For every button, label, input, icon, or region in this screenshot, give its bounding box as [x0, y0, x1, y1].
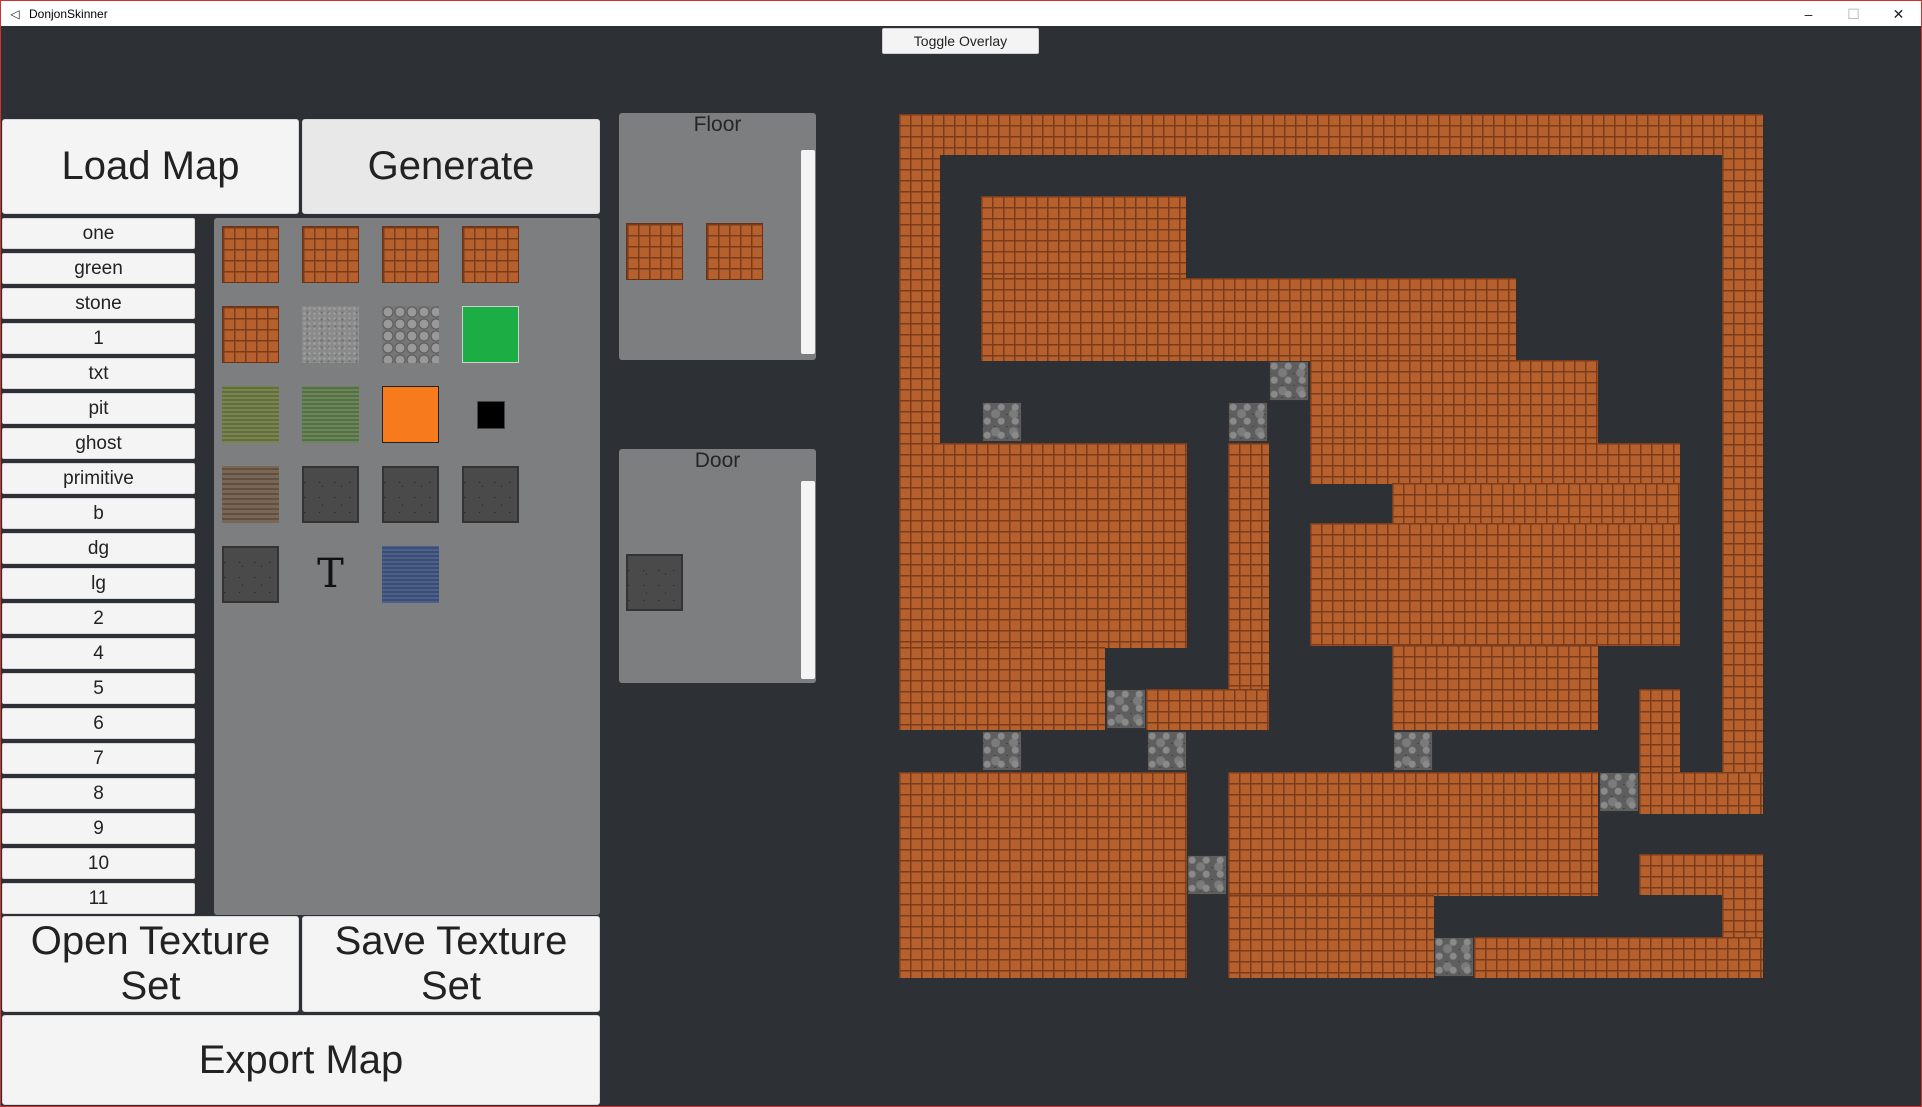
map-door-tile [1147, 731, 1187, 771]
map-brick-region [1228, 772, 1598, 896]
grass-texture-tile[interactable] [302, 386, 359, 443]
texture-name-item[interactable]: 2 [2, 603, 195, 634]
texture-palette-panel: T [214, 218, 600, 915]
map-brick-region [1722, 114, 1763, 814]
door-scrollbar[interactable] [801, 481, 815, 679]
texture-name-item[interactable]: lg [2, 568, 195, 599]
maximize-button[interactable]: ☐ [1831, 1, 1876, 27]
map-door-tile [1269, 361, 1309, 401]
green-color-tile[interactable] [462, 306, 519, 363]
close-button[interactable]: ✕ [1876, 1, 1921, 27]
map-brick-region [899, 443, 1187, 648]
map-brick-region [1474, 937, 1763, 978]
map-door-tile [1228, 402, 1268, 442]
slate-texture-tile[interactable] [302, 466, 359, 523]
map-door-tile [1393, 731, 1433, 771]
title-bar: ◁ DonjonSkinner – ☐ ✕ [0, 0, 1922, 26]
map-brick-region [1228, 443, 1269, 730]
map-brick-region [899, 772, 1187, 978]
wood-texture-tile[interactable] [222, 466, 279, 523]
map-door-tile [1599, 772, 1639, 812]
map-door-tile [1187, 855, 1227, 895]
map-brick-region [1310, 443, 1680, 484]
minimize-button[interactable]: – [1786, 1, 1831, 27]
unity-icon: ◁ [10, 6, 20, 21]
door-panel: Door [619, 449, 816, 683]
brick-texture-tile[interactable] [382, 226, 439, 283]
map-brick-region [981, 196, 1186, 279]
slate-texture-tile[interactable] [222, 546, 279, 603]
floor-scrollbar[interactable] [801, 150, 815, 354]
map-brick-region [1228, 895, 1434, 978]
map-door-tile [982, 731, 1022, 771]
text-tile[interactable]: T [302, 546, 359, 603]
texture-name-item[interactable]: 6 [2, 708, 195, 739]
map-brick-region [1310, 278, 1516, 361]
floor-panel-title: Floor [693, 113, 742, 136]
dungeon-map-canvas[interactable] [899, 114, 1763, 978]
brick-texture-tile[interactable] [462, 226, 519, 283]
cobble-texture-tile[interactable] [382, 306, 439, 363]
generate-button[interactable]: Generate [302, 119, 600, 214]
load-map-button[interactable]: Load Map [2, 119, 299, 214]
map-brick-region [1392, 645, 1598, 730]
texture-name-item[interactable]: 11 [2, 883, 195, 914]
texture-name-list: one green stone 1 txt pit ghost primitiv… [2, 218, 195, 915]
map-brick-region [1310, 523, 1680, 646]
map-brick-region [1639, 772, 1763, 814]
orange-color-tile[interactable] [382, 386, 439, 443]
grass-texture-tile[interactable] [222, 386, 279, 443]
brick-texture-tile[interactable] [222, 226, 279, 283]
map-door-tile [1434, 937, 1474, 977]
texture-name-item[interactable]: 7 [2, 743, 195, 774]
texture-name-item[interactable]: 4 [2, 638, 195, 669]
texture-name-item[interactable]: primitive [2, 463, 195, 494]
texture-name-item[interactable]: 5 [2, 673, 195, 704]
door-texture-slot[interactable] [626, 554, 683, 611]
water-texture-tile[interactable] [382, 546, 439, 603]
open-texture-set-button[interactable]: Open Texture Set [2, 916, 299, 1012]
texture-name-item[interactable]: 8 [2, 778, 195, 809]
texture-name-item[interactable]: one [2, 218, 195, 249]
map-door-tile [982, 402, 1022, 442]
window-title: DonjonSkinner [29, 6, 108, 21]
texture-name-item[interactable]: txt [2, 358, 195, 389]
save-texture-set-button[interactable]: Save Texture Set [302, 916, 600, 1012]
texture-name-item[interactable]: 10 [2, 848, 195, 879]
slate-texture-tile[interactable] [382, 466, 439, 523]
texture-name-item[interactable]: stone [2, 288, 195, 319]
floor-texture-slot[interactable] [706, 223, 763, 280]
export-map-button[interactable]: Export Map [2, 1015, 600, 1105]
door-panel-title: Door [694, 449, 741, 472]
texture-name-item[interactable]: dg [2, 533, 195, 564]
texture-name-item[interactable]: 9 [2, 813, 195, 844]
map-door-tile [1106, 689, 1146, 729]
map-brick-region [899, 647, 1105, 730]
map-brick-region [899, 114, 1763, 155]
slate-texture-tile[interactable] [462, 466, 519, 523]
texture-name-item[interactable]: ghost [2, 428, 195, 459]
floor-texture-slot[interactable] [626, 223, 683, 280]
floor-panel: Floor [619, 113, 816, 360]
map-brick-region [1392, 483, 1680, 524]
map-brick-region [981, 278, 1351, 361]
texture-name-item[interactable]: pit [2, 393, 195, 424]
texture-name-item[interactable]: green [2, 253, 195, 284]
brick-texture-tile[interactable] [302, 226, 359, 283]
toggle-overlay-button[interactable]: Toggle Overlay [882, 28, 1039, 54]
gravel-texture-tile[interactable] [302, 306, 359, 363]
brick-texture-tile[interactable] [222, 306, 279, 363]
map-brick-region [1146, 689, 1269, 730]
map-brick-region [1310, 360, 1598, 444]
black-color-tile[interactable] [477, 401, 505, 429]
texture-name-item[interactable]: b [2, 498, 195, 529]
texture-name-item[interactable]: 1 [2, 323, 195, 354]
